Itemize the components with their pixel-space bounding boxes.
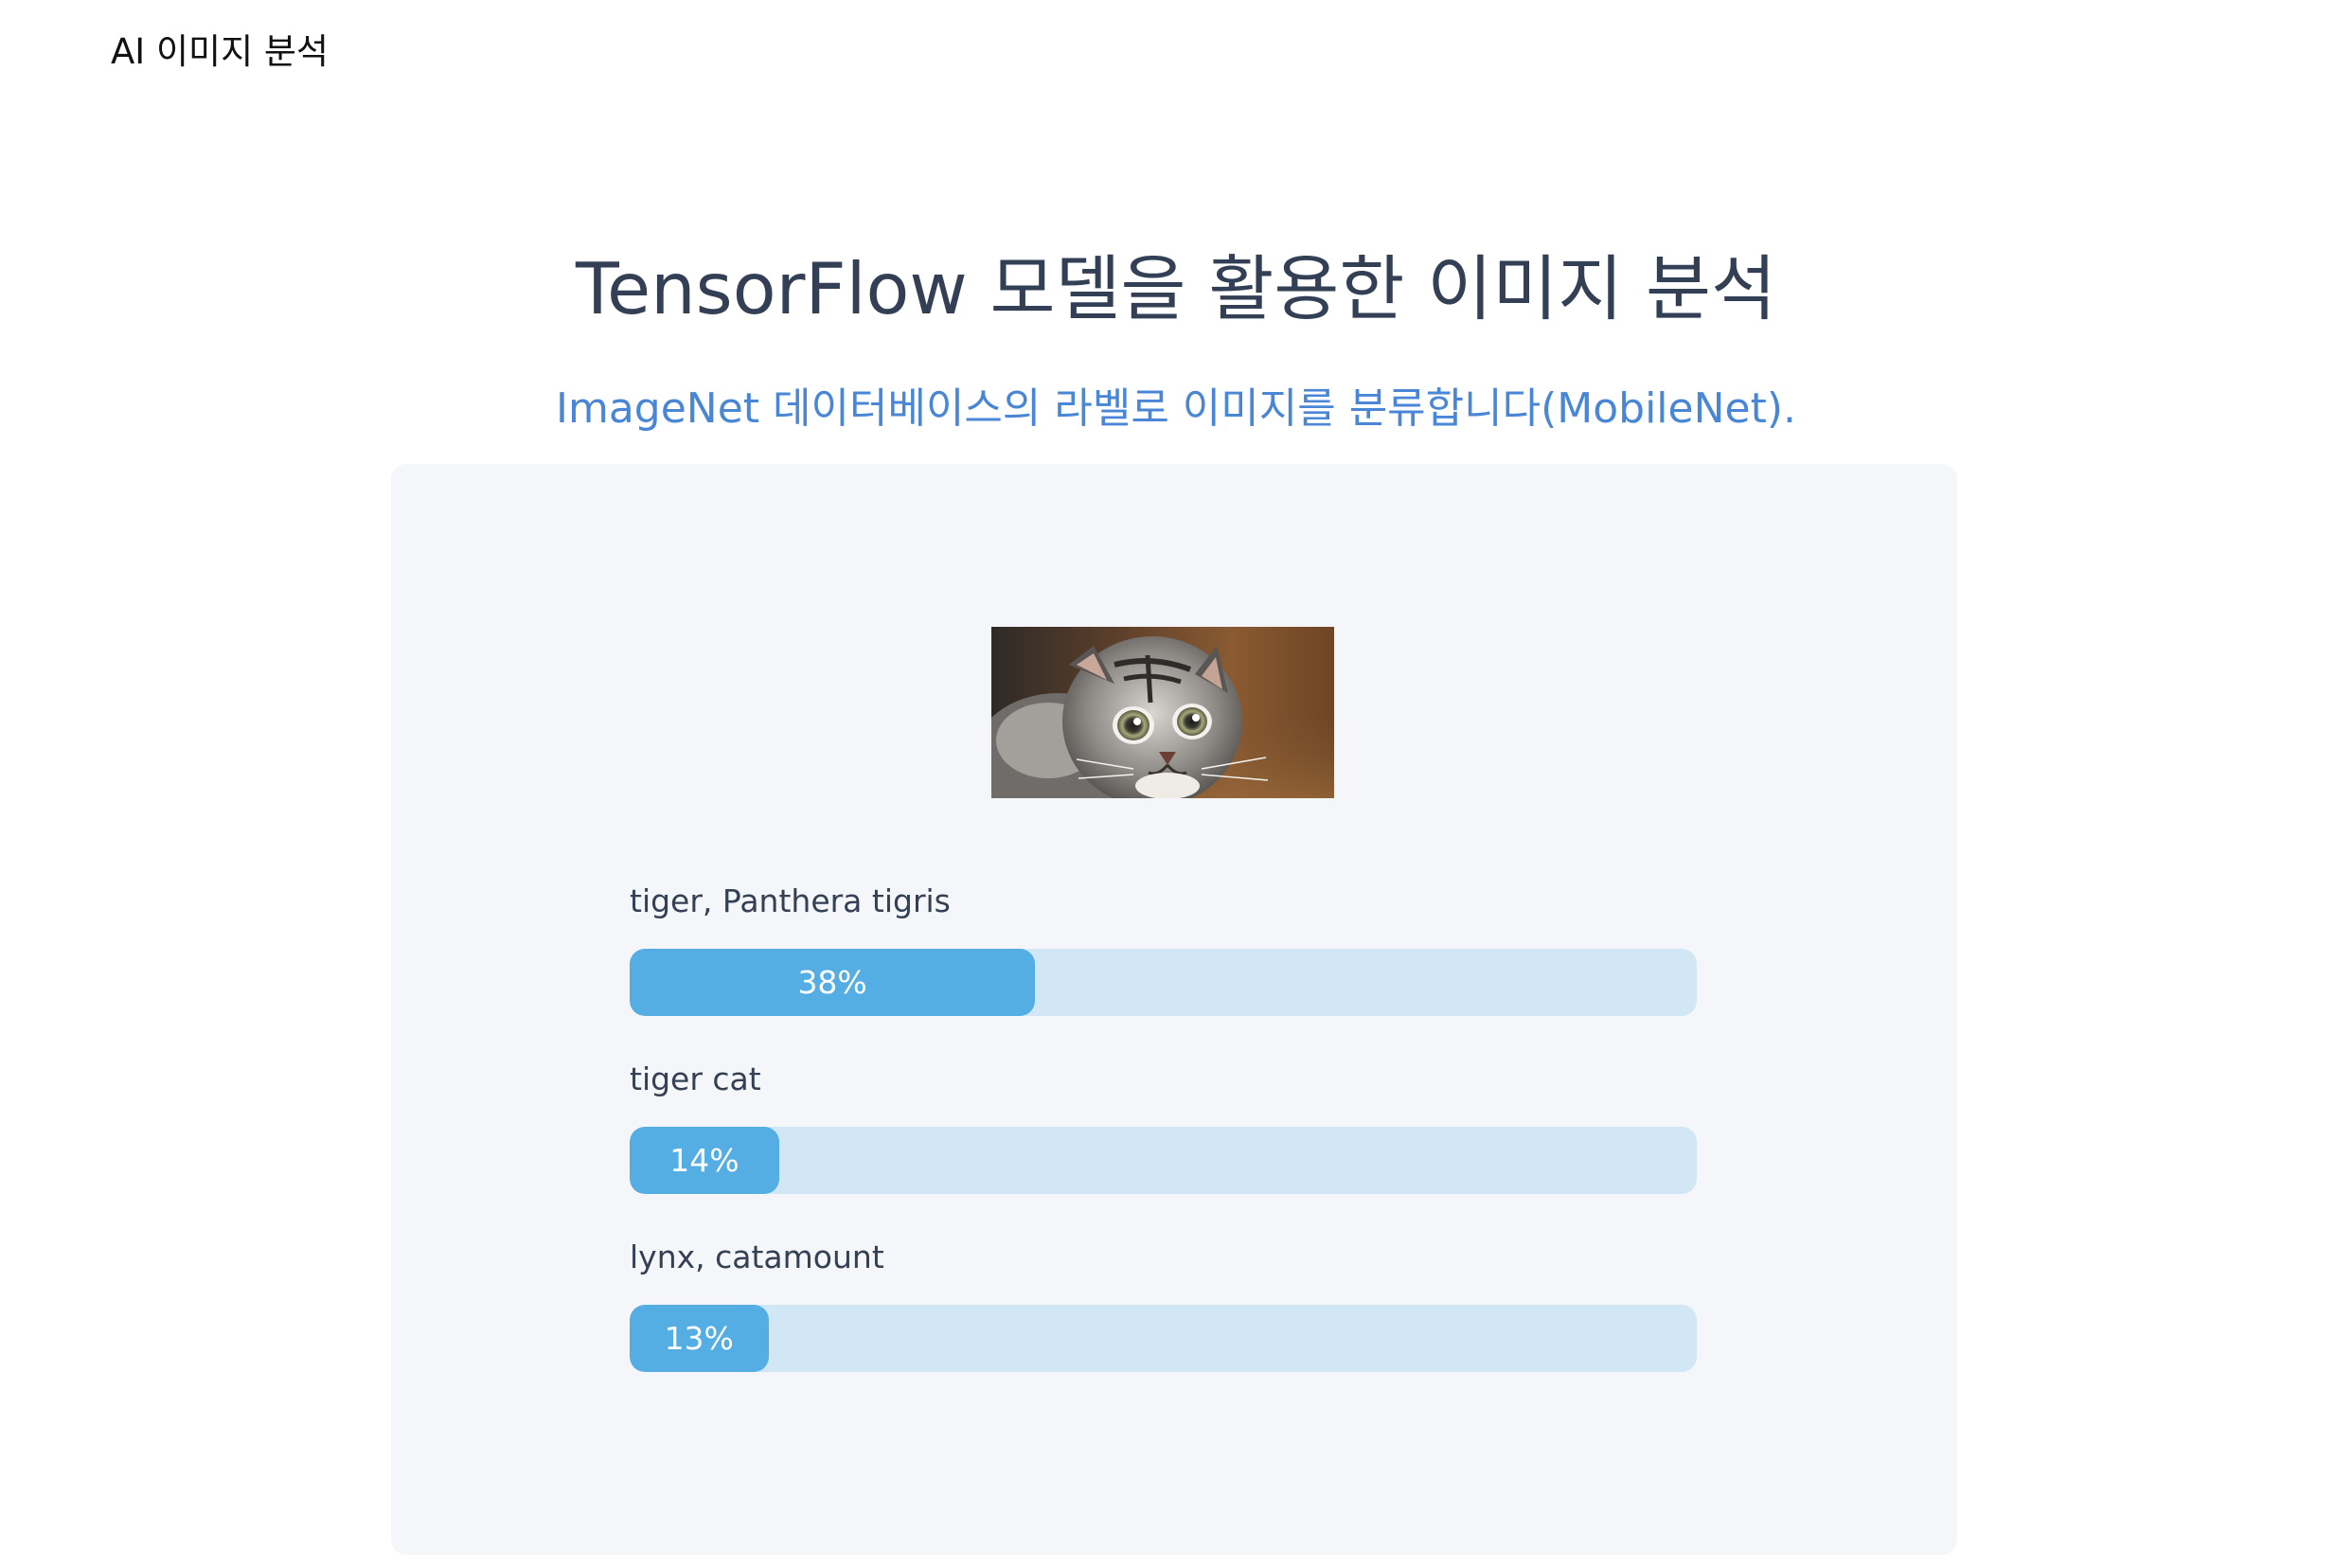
analyzed-image	[991, 627, 1334, 798]
result-item: tiger, Panthera tigris 38%	[630, 881, 1697, 1059]
result-item: tiger cat 14%	[630, 1059, 1697, 1237]
nav-brand[interactable]: AI 이미지 분석	[111, 28, 329, 76]
page-subtitle: ImageNet 데이터베이스의 라벨로 이미지를 분류합니다(MobileNe…	[556, 384, 1796, 433]
confidence-percent: 14%	[669, 1142, 739, 1179]
confidence-bar-track: 13%	[630, 1305, 1697, 1372]
confidence-bar-track: 38%	[630, 949, 1697, 1016]
confidence-percent: 13%	[664, 1320, 734, 1357]
result-label: tiger, Panthera tigris	[630, 882, 951, 919]
confidence-bar-fill: 13%	[630, 1305, 769, 1372]
results-list: tiger, Panthera tigris 38% tiger cat 14%…	[630, 881, 1697, 1415]
page-title: TensorFlow 모델을 활용한 이미지 분석	[575, 247, 1777, 330]
result-label: lynx, catamount	[630, 1238, 884, 1275]
confidence-percent: 38%	[797, 964, 867, 1001]
confidence-bar-fill: 14%	[630, 1127, 779, 1194]
analysis-panel: tiger, Panthera tigris 38% tiger cat 14%…	[391, 464, 1957, 1555]
confidence-bar-track: 14%	[630, 1127, 1697, 1194]
result-item: lynx, catamount 13%	[630, 1237, 1697, 1415]
result-label: tiger cat	[630, 1060, 761, 1097]
confidence-bar-fill: 38%	[630, 949, 1036, 1016]
